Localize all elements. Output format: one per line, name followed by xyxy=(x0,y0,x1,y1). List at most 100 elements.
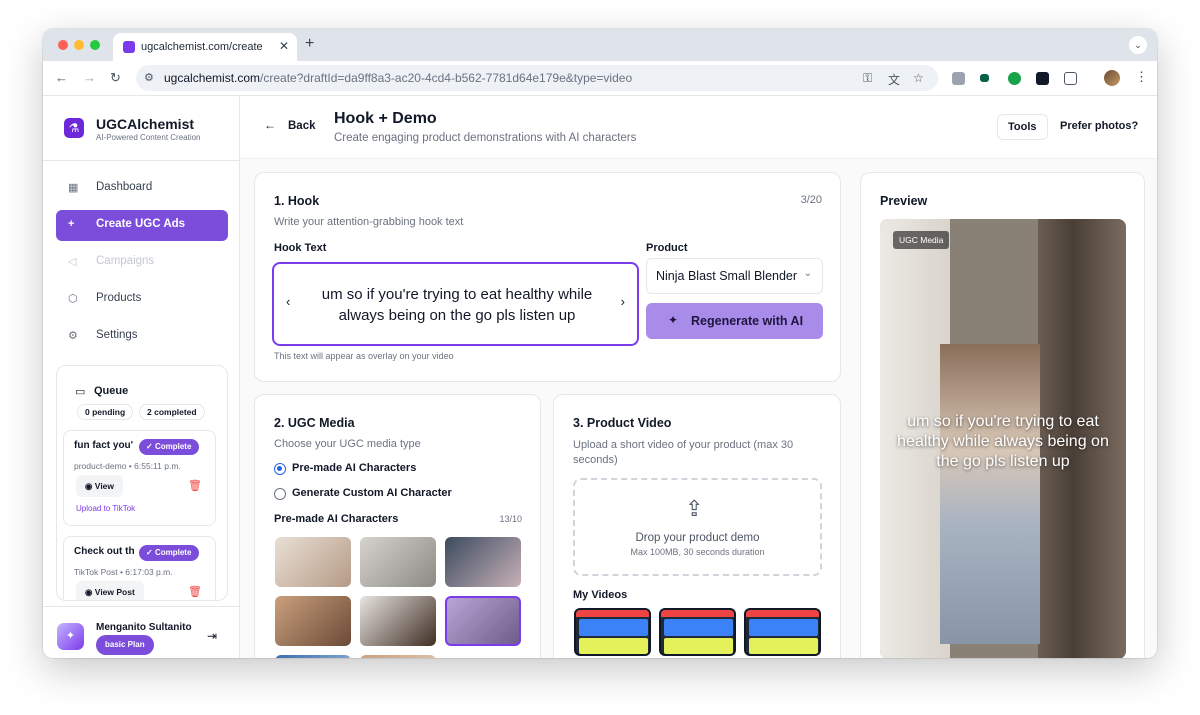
my-videos-label: My Videos xyxy=(573,589,628,601)
extensions-puzzle-icon[interactable] xyxy=(1064,72,1077,85)
extension-flag-icon[interactable] xyxy=(980,74,989,82)
tab-strip: ugcalchemist.com/create ✕ + ⌄ xyxy=(43,29,1157,61)
minimize-window-button[interactable] xyxy=(74,40,84,50)
page-header: ← Back Hook + Demo Create engaging produ… xyxy=(240,96,1157,159)
radio-button[interactable] xyxy=(274,463,286,475)
profile-avatar[interactable] xyxy=(1104,70,1120,86)
chevron-left-icon[interactable]: ‹ xyxy=(286,294,290,309)
prefer-photos-button[interactable]: Prefer photos? xyxy=(1060,120,1138,132)
video-thumbnail[interactable] xyxy=(659,608,736,656)
product-video-card: 3. Product Video Upload a short video of… xyxy=(553,394,841,658)
forward-nav-icon[interactable]: → xyxy=(83,70,96,85)
product-label: Product xyxy=(646,242,688,254)
hook-hint: This text will appear as overlay on your… xyxy=(274,351,454,361)
site-settings-icon[interactable]: ⚙ xyxy=(144,71,154,84)
sidebar-item-campaigns: ◁ Campaigns xyxy=(56,247,228,278)
page-subtitle: Create engaging product demonstrations w… xyxy=(334,132,637,144)
character-thumbnail[interactable] xyxy=(275,537,351,587)
translate-icon[interactable]: 文 xyxy=(888,71,900,88)
product-select[interactable]: Ninja Blast Small Blender ⌄ xyxy=(646,258,823,294)
preview-overlay-text: um so if you're trying to eat healthy wh… xyxy=(897,413,1109,470)
character-thumbnail[interactable] xyxy=(360,596,436,646)
address-bar-row: ← → ↻ ⚙ ugcalchemist.com/create?draftId=… xyxy=(43,61,1157,96)
tools-button[interactable]: Tools xyxy=(997,114,1048,140)
character-thumbnail[interactable] xyxy=(360,655,436,658)
character-thumbnail-selected[interactable] xyxy=(445,596,521,646)
back-nav-icon[interactable]: ← xyxy=(55,70,68,85)
radio-label: Pre-made AI Characters xyxy=(292,462,417,474)
back-button[interactable]: Back xyxy=(288,120,316,132)
browser-menu-icon[interactable]: ⋮ xyxy=(1135,69,1148,85)
sidebar-item-label: Dashboard xyxy=(96,181,153,193)
plus-icon: + xyxy=(68,218,75,230)
sidebar: ⚗ UGCAlchemist AI-Powered Content Creati… xyxy=(43,96,240,658)
hook-title: 1. Hook xyxy=(274,194,320,208)
video-drop-zone[interactable]: ⇪ Drop your product demo Max 100MB, 30 s… xyxy=(573,478,822,576)
upload-tiktok-link[interactable]: Upload to TikTok xyxy=(76,504,135,513)
queue-item-title: fun fact you' xyxy=(74,440,134,451)
brand-name: UGCAlchemist xyxy=(96,116,195,132)
address-bar[interactable]: ⚙ ugcalchemist.com/create?draftId=da9ff8… xyxy=(136,65,938,91)
trash-icon[interactable]: 🗑 xyxy=(188,479,202,492)
tab-close-icon[interactable]: ✕ xyxy=(279,39,289,53)
close-window-button[interactable] xyxy=(58,40,68,50)
gear-icon: ⚙ xyxy=(68,330,78,342)
chars-count: 13/10 xyxy=(499,514,522,524)
tab-search-icon[interactable]: ⌄ xyxy=(1129,36,1147,54)
trash-icon[interactable]: 🗑 xyxy=(188,585,202,598)
bookmark-star-icon[interactable]: ☆ xyxy=(913,71,924,85)
product-video-subtitle: Upload a short video of your product (ma… xyxy=(573,439,794,466)
eye-icon: ◉ xyxy=(85,587,93,597)
view-button[interactable]: ◉ View xyxy=(76,475,124,497)
reload-icon[interactable]: ↻ xyxy=(110,70,121,86)
tab-title: ugcalchemist.com/create xyxy=(141,41,263,53)
logo-icon: ⚗ xyxy=(64,118,84,138)
extension-cursor-icon[interactable] xyxy=(1008,72,1021,85)
eye-icon: ◉ xyxy=(85,481,93,491)
box-icon: ⬡ xyxy=(68,293,78,305)
video-icon: ▭ xyxy=(75,386,86,398)
extension-code-icon[interactable] xyxy=(952,72,965,85)
video-thumbnail[interactable] xyxy=(744,608,821,656)
radio-button[interactable] xyxy=(274,488,286,500)
character-thumbnail[interactable] xyxy=(445,537,521,587)
view-post-button[interactable]: ◉ View Post xyxy=(76,581,144,600)
preview-video[interactable]: UGC Media um so if you're trying to eat … xyxy=(880,219,1126,658)
hook-text-input[interactable]: ‹ um so if you're trying to eat healthy … xyxy=(272,262,639,346)
browser-tab[interactable]: ugcalchemist.com/create ✕ xyxy=(113,33,297,61)
sidebar-item-dashboard[interactable]: ▦ Dashboard xyxy=(56,173,228,204)
product-video-title: 3. Product Video xyxy=(573,416,672,430)
maximize-window-button[interactable] xyxy=(90,40,100,50)
queue-panel: ▭ Queue 0 pending 2 completed fun fact y… xyxy=(56,365,228,601)
sidebar-divider xyxy=(43,160,240,161)
video-thumbnail[interactable] xyxy=(574,608,651,656)
logout-icon[interactable]: ⇥ xyxy=(207,629,217,643)
character-thumbnail[interactable] xyxy=(275,596,351,646)
back-arrow-icon[interactable]: ← xyxy=(264,118,276,132)
hook-card: 1. Hook Write your attention-grabbing ho… xyxy=(254,172,841,382)
avatar[interactable]: ✦ xyxy=(57,623,84,650)
chevron-down-icon: ⌄ xyxy=(803,268,812,279)
grid-icon: ▦ xyxy=(68,182,79,194)
sidebar-item-products[interactable]: ⬡ Products xyxy=(56,284,228,315)
key-icon[interactable]: ⚿ xyxy=(863,71,872,86)
regenerate-button[interactable]: ✦ Regenerate with AI xyxy=(646,303,823,339)
new-tab-button[interactable]: + xyxy=(305,35,314,53)
hook-text-value[interactable]: um so if you're trying to eat healthy wh… xyxy=(307,284,607,326)
user-name: Menganito Sultanito xyxy=(96,622,192,633)
drop-subtitle: Max 100MB, 30 seconds duration xyxy=(630,547,765,557)
character-thumbnail[interactable] xyxy=(275,655,351,658)
sidebar-item-settings[interactable]: ⚙ Settings xyxy=(56,321,228,352)
regenerate-label: Regenerate with AI xyxy=(691,314,804,328)
drop-title: Drop your product demo xyxy=(635,532,760,544)
sidebar-item-create-ugc-ads[interactable]: + Create UGC Ads xyxy=(56,210,228,241)
page-title: Hook + Demo xyxy=(334,110,437,127)
chevron-right-icon[interactable]: › xyxy=(621,294,625,309)
url-text[interactable]: ugcalchemist.com/create?draftId=da9ff8a3… xyxy=(164,71,632,85)
megaphone-icon: ◁ xyxy=(68,256,77,268)
character-thumbnail[interactable] xyxy=(360,537,436,587)
browser-window: ugcalchemist.com/create ✕ + ⌄ ← → ↻ ⚙ ug… xyxy=(43,29,1157,658)
chars-label: Pre-made AI Characters xyxy=(274,513,399,525)
hook-count: 3/20 xyxy=(800,194,822,206)
extension-box-icon[interactable] xyxy=(1036,72,1049,85)
